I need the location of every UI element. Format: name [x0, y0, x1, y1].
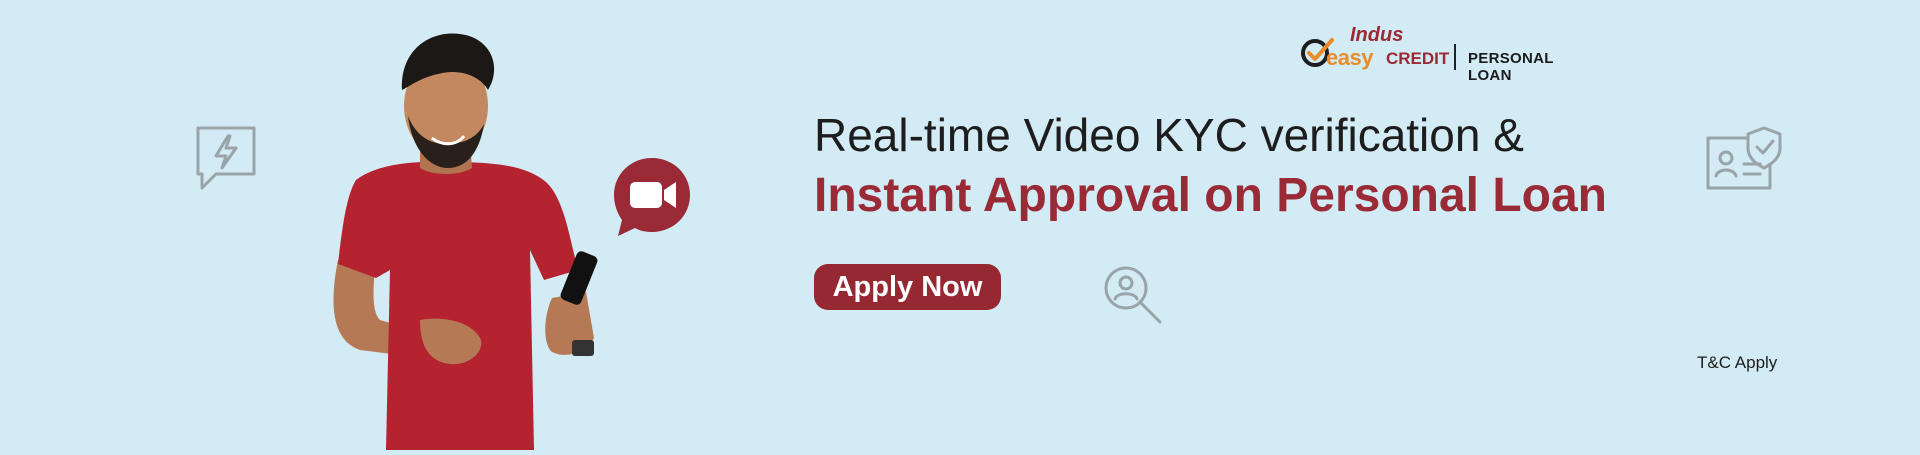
- user-search-icon: [1100, 262, 1166, 328]
- person-with-phone-image: [320, 20, 650, 450]
- apply-now-button[interactable]: Apply Now: [814, 264, 1001, 310]
- brand-credit-text: CREDIT: [1386, 49, 1450, 68]
- lightning-chat-icon: [190, 122, 262, 194]
- product-name: PERSONAL LOAN: [1468, 50, 1554, 84]
- brand-easy-text: easy: [1326, 45, 1373, 70]
- logo-divider: [1454, 44, 1456, 70]
- video-camera-icon: [610, 154, 694, 238]
- headline-line-2: Instant Approval on Personal Loan: [814, 169, 1607, 222]
- headline-line-1: Real-time Video KYC verification &: [814, 109, 1524, 161]
- loan-banner[interactable]: Indus easy CREDIT PERSONAL LOAN Real-tim…: [0, 0, 1920, 450]
- id-card-shield-icon: [1704, 124, 1784, 194]
- brand-indus-text: Indus: [1350, 24, 1404, 46]
- terms-disclaimer: T&C Apply: [1697, 353, 1778, 372]
